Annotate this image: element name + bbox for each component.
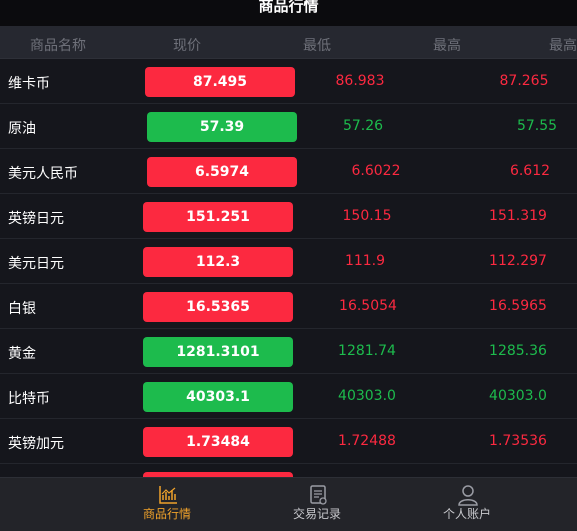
column-header-high-clipped: 最高 <box>549 38 577 54</box>
tab-trade-records[interactable]: 交易记录 <box>257 478 377 531</box>
low-price: 16.5054 <box>339 298 397 314</box>
current-price-badge: 87.495 <box>145 67 295 97</box>
table-header: 商品名称 现价 最低 最高 最高 <box>0 26 577 59</box>
page-title: 商品行情 <box>258 0 319 15</box>
table-row[interactable]: 维卡币 87.495 86.983 87.265 <box>0 59 577 104</box>
current-price-badge: 16.5365 <box>143 292 293 322</box>
tab-account[interactable]: 个人账户 <box>407 478 527 531</box>
table-row[interactable]: 黄金 1281.3101 1281.74 1285.36 <box>0 329 577 374</box>
current-price-badge: 1281.3101 <box>143 337 293 367</box>
tab-market[interactable]: 商品行情 <box>107 478 227 531</box>
column-header-current: 现价 <box>173 38 201 54</box>
high-price: 16.5965 <box>489 298 547 314</box>
commodity-name: 黄金 <box>8 346 36 362</box>
current-price-badge: 1.73484 <box>143 427 293 457</box>
high-price: 1285.36 <box>489 343 547 359</box>
chart-icon <box>159 486 177 504</box>
high-price: 1.73536 <box>489 433 547 449</box>
low-price: 57.26 <box>342 118 384 134</box>
commodity-name: 比特币 <box>8 391 50 407</box>
low-price: 6.6022 <box>351 163 401 179</box>
table-row[interactable]: 美元日元 112.3 111.9 112.297 <box>0 239 577 284</box>
low-price: 40303.0 <box>338 388 396 404</box>
current-price-badge: 151.251 <box>143 202 293 232</box>
commodity-name: 原油 <box>8 121 36 137</box>
commodity-name: 英镑加元 <box>8 436 64 452</box>
tab-label: 个人账户 <box>442 507 491 521</box>
current-price-badge: 112.3 <box>143 247 293 277</box>
table-row[interactable]: 英镑加元 1.73484 1.72488 1.73536 <box>0 419 577 464</box>
commodity-name: 维卡币 <box>8 76 50 92</box>
high-price: 87.265 <box>499 73 549 89</box>
table-row[interactable]: 英镑日元 151.251 150.15 151.319 <box>0 194 577 239</box>
table-row[interactable]: 原油 57.39 57.26 57.55 <box>0 104 577 149</box>
column-header-name: 商品名称 <box>30 38 86 54</box>
high-price: 57.55 <box>516 118 558 134</box>
low-price: 150.15 <box>342 208 392 224</box>
table-row[interactable]: 美元人民币 6.5974 6.6022 6.612 <box>0 149 577 194</box>
commodity-name: 美元人民币 <box>8 166 78 182</box>
table-row[interactable]: 比特币 40303.1 40303.0 40303.0 <box>0 374 577 419</box>
high-price: 40303.0 <box>489 388 547 404</box>
current-price-badge: 57.39 <box>147 112 297 142</box>
high-price: 151.319 <box>489 208 547 224</box>
bottom-tab-bar: 商品行情 交易记录 个人账户 <box>0 477 577 531</box>
user-icon <box>458 485 478 506</box>
table-row[interactable]: 白银 16.5365 16.5054 16.5965 <box>0 284 577 329</box>
quote-list: 维卡币 87.495 86.983 87.265 原油 57.39 57.26 57.55 美元… <box>0 59 577 477</box>
page-title-bar: 商品行情 <box>0 0 577 26</box>
tab-label: 交易记录 <box>292 507 341 521</box>
commodity-name: 美元日元 <box>8 256 64 272</box>
low-price: 1281.74 <box>338 343 396 359</box>
current-price-badge: 6.5974 <box>147 157 297 187</box>
commodity-name: 白银 <box>8 301 36 317</box>
column-header-high: 最高 <box>433 38 461 54</box>
current-price-badge: 40303.1 <box>143 382 293 412</box>
low-price: 1.72488 <box>338 433 396 449</box>
high-price: 112.297 <box>489 253 547 269</box>
document-icon <box>310 485 327 505</box>
low-price: 111.9 <box>344 253 386 269</box>
high-price: 6.612 <box>509 163 551 179</box>
column-header-low: 最低 <box>303 38 331 54</box>
commodity-name: 英镑日元 <box>8 211 64 227</box>
table-row[interactable] <box>0 464 577 477</box>
low-price: 86.983 <box>335 73 385 89</box>
tab-label: 商品行情 <box>142 507 191 521</box>
